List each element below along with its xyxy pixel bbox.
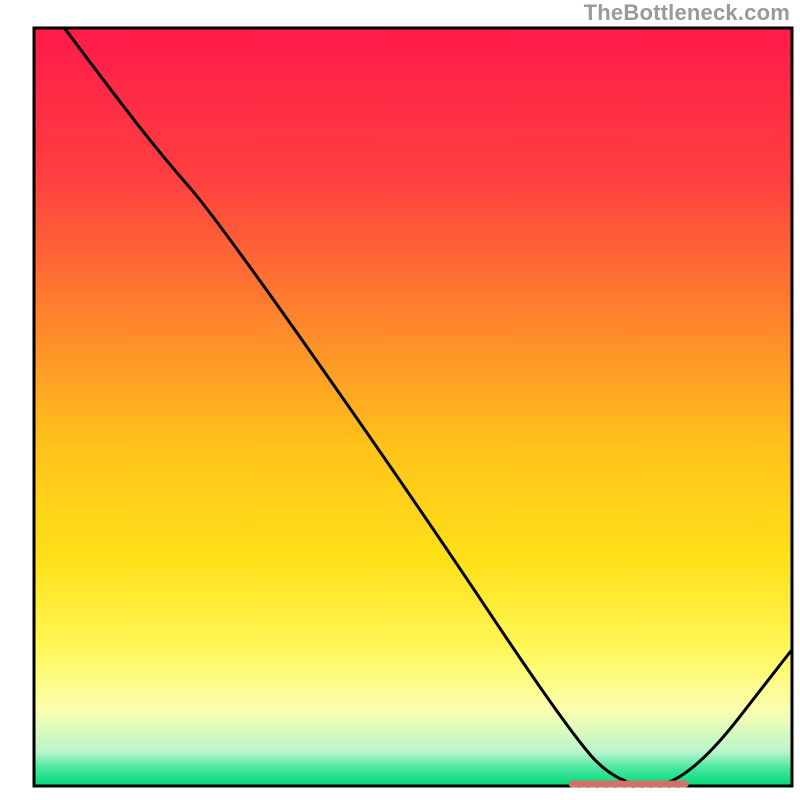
bottleneck-chart bbox=[0, 0, 800, 800]
chart-stage: TheBottleneck.com bbox=[0, 0, 800, 800]
heatmap-background bbox=[34, 28, 792, 786]
